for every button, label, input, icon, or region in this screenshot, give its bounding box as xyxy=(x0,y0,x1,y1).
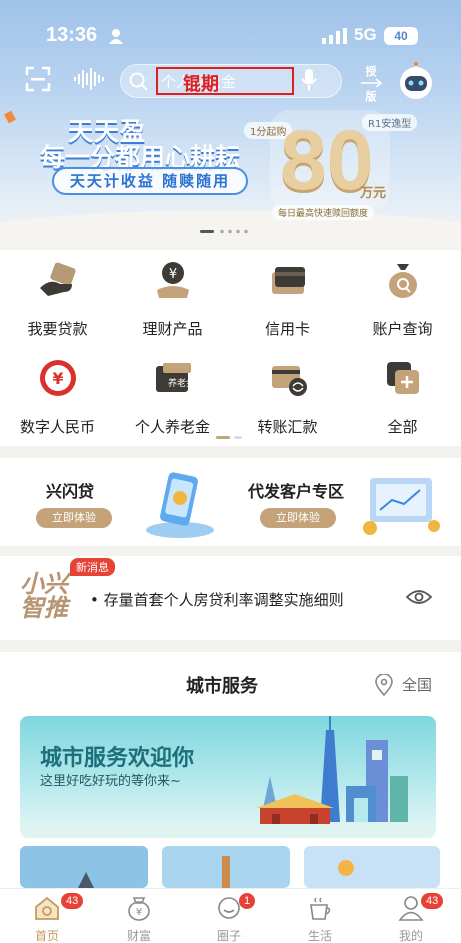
assistant-robot-icon[interactable] xyxy=(397,62,435,102)
menu-item-credit-card[interactable]: 信用卡 xyxy=(230,260,345,339)
signal-icon xyxy=(322,28,347,44)
coffee-cup-icon xyxy=(310,897,331,920)
city-services-title: 城市服务 xyxy=(186,676,258,697)
menu-item-pension[interactable]: 养老金 个人养老金 xyxy=(115,358,230,437)
highlight-annotation-text: 锟期 xyxy=(183,74,219,95)
news-headline-text: 存量首套个人房贷利率调整实施细则 xyxy=(103,591,344,609)
highlight-annotation-box xyxy=(156,67,294,95)
all-icon xyxy=(386,362,419,394)
tab-badge: 43 xyxy=(61,893,84,909)
switch-label-bottom: 版 xyxy=(365,90,377,103)
credit-card-icon xyxy=(271,267,305,294)
carousel-dots[interactable] xyxy=(200,229,260,235)
menu-label: 账户查询 xyxy=(372,320,433,338)
location-label[interactable]: 全国 xyxy=(402,674,432,695)
promo-title: 兴闪贷 xyxy=(46,482,95,501)
bottom-tab-bar: 首页 43 ¥ 财富 圈子 1 生活 我的 43 xyxy=(0,888,461,943)
banner-pill[interactable]: 天天计收益 随赎随用 xyxy=(52,167,248,195)
brand-line-2: 智推 xyxy=(20,594,68,622)
digital-rmb-icon: ¥ xyxy=(39,360,76,396)
switch-arrows-icon xyxy=(361,78,383,88)
xiaoxing-brand: 小兴 智推 xyxy=(20,572,68,620)
promo-phone-illustration xyxy=(146,472,214,538)
switch-label-top: 授 xyxy=(365,65,377,78)
menu-item-transfer[interactable]: 转账汇款 xyxy=(230,358,345,437)
person-icon xyxy=(109,29,123,44)
tab-label: 圈子 xyxy=(216,929,241,943)
tab-home[interactable]: 首页 43 xyxy=(17,893,84,943)
menu-label: 转账汇款 xyxy=(257,418,318,436)
banner-unit: 万元 xyxy=(360,186,387,201)
menu-item-account-query[interactable]: 账户查询 xyxy=(345,260,460,339)
home-icon xyxy=(35,896,59,920)
menu-item-all[interactable]: 全部 xyxy=(345,358,460,437)
voice-wave-icon[interactable] xyxy=(74,68,108,90)
svg-text:养老金: 养老金 xyxy=(168,377,193,389)
loan-icon xyxy=(39,262,76,296)
svg-text:¥: ¥ xyxy=(52,369,63,388)
network-type: 5G xyxy=(354,25,377,44)
promo-try-button[interactable]: 立即体验 xyxy=(36,508,112,528)
status-time: 13:36 xyxy=(46,24,98,46)
tab-me[interactable]: 我的 43 xyxy=(381,893,444,943)
tab-label: 首页 xyxy=(34,929,59,943)
banner-footnote: 每日最高快速赎回额度 xyxy=(272,205,375,220)
news-headline[interactable]: • 存量首套个人房贷利率调整实施细则 xyxy=(90,589,344,610)
account-query-icon xyxy=(388,264,417,298)
news-badge: 新消息 xyxy=(70,558,115,576)
pension-icon: 养老金 xyxy=(155,363,195,392)
tab-wealth[interactable]: ¥ 财富 xyxy=(109,895,169,943)
city-banner-subtitle: 这里好吃好玩的等你来~ xyxy=(40,774,181,789)
menu-label: 数字人民币 xyxy=(19,418,95,436)
battery-indicator: 40 xyxy=(384,27,418,45)
promo-card-xingshandai[interactable]: 兴闪贷 xyxy=(46,478,94,502)
menu-label: 全部 xyxy=(387,418,418,436)
location-icon[interactable] xyxy=(374,674,394,696)
menu-item-digital-rmb[interactable]: ¥ 数字人民币 xyxy=(0,358,115,437)
tab-badge: 1 xyxy=(239,893,256,909)
menu-item-wealth[interactable]: ¥ 理财产品 xyxy=(115,260,230,339)
menu-item-loan[interactable]: 我要贷款 xyxy=(0,260,115,339)
svg-text:¥: ¥ xyxy=(168,267,176,282)
eye-icon[interactable] xyxy=(406,588,432,606)
money-bag-icon: ¥ xyxy=(128,897,150,921)
menu-page-indicator xyxy=(216,436,242,439)
tab-label: 生活 xyxy=(307,929,332,943)
brand-line-1: 小兴 xyxy=(20,570,68,598)
svg-text:¥: ¥ xyxy=(136,907,142,918)
city-thumbnail-row[interactable] xyxy=(20,846,440,888)
scan-icon[interactable] xyxy=(25,66,51,92)
menu-label: 个人养老金 xyxy=(134,418,210,436)
city-banner-title: 城市服务欢迎你 xyxy=(40,746,195,771)
menu-label: 理财产品 xyxy=(142,320,203,338)
promo-try-button[interactable]: 立即体验 xyxy=(260,508,336,528)
wealth-product-icon: ¥ xyxy=(156,262,189,298)
tab-label: 我的 xyxy=(398,929,423,943)
transfer-icon xyxy=(271,366,307,396)
promo-title: 代发客户专区 xyxy=(248,482,345,501)
tab-circle[interactable]: 圈子 1 xyxy=(199,893,259,943)
microphone-icon[interactable] xyxy=(300,68,318,92)
tab-life[interactable]: 生活 xyxy=(290,895,350,943)
tab-label: 财富 xyxy=(126,929,151,943)
switch-version-button[interactable]: 授 版 xyxy=(357,66,385,103)
search-icon xyxy=(129,72,148,91)
promo-section: 兴闪贷 立即体验 代发客户专区 立即体验 xyxy=(0,458,461,546)
promo-card-payroll[interactable]: 代发客户专区 xyxy=(248,478,344,502)
tab-badge: 43 xyxy=(421,893,444,909)
quick-menu-grid: 我要贷款 ¥ 理财产品 信用卡 账户查询 ¥ 数字人民币 养老金 个人养老金 转… xyxy=(0,250,461,446)
promo-chart-illustration xyxy=(363,478,440,535)
menu-label: 信用卡 xyxy=(264,320,310,338)
menu-label: 我要贷款 xyxy=(27,320,88,338)
